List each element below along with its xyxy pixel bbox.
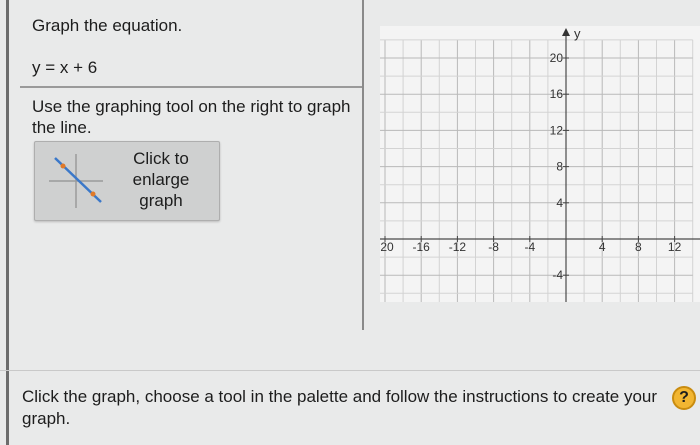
- y-tick-label: 8: [556, 160, 563, 174]
- x-tick-label: -8: [488, 240, 499, 254]
- coordinate-grid[interactable]: y -20 -16 -12 -8 -4 4 8 12 20 16 12 8 4 -4: [375, 26, 700, 312]
- question-title: Graph the equation.: [32, 16, 183, 35]
- graph-thumbnail-icon: [49, 154, 103, 208]
- help-button[interactable]: ?: [672, 386, 696, 410]
- x-tick-label: 4: [599, 240, 606, 254]
- graph-area[interactable]: y -20 -16 -12 -8 -4 4 8 12 20 16 12 8 4 -4: [375, 26, 700, 312]
- question-divider: [20, 86, 362, 88]
- x-tick-label: -20: [380, 240, 394, 254]
- y-axis-label: y: [574, 26, 581, 41]
- y-tick-label: 20: [550, 51, 564, 65]
- x-tick-label: 12: [668, 240, 682, 254]
- panel-divider: [362, 0, 364, 330]
- y-tick-label: 16: [550, 87, 564, 101]
- y-tick-label: -4: [552, 268, 563, 282]
- x-tick-label: -4: [524, 240, 535, 254]
- x-tick-label: -12: [449, 240, 467, 254]
- x-tick-label: -16: [413, 240, 431, 254]
- y-tick-label: 12: [550, 123, 564, 137]
- enlarge-button-label: Click to enlarge graph: [132, 149, 190, 210]
- x-tick-label: 8: [635, 240, 642, 254]
- left-edge-bar: [6, 0, 9, 445]
- graph-background: [380, 26, 700, 302]
- footer-divider: [0, 370, 700, 371]
- instruction-text: Use the graphing tool on the right to gr…: [32, 97, 351, 137]
- y-tick-label: 4: [556, 196, 563, 210]
- equation-text: y = x + 6: [32, 58, 98, 77]
- footer-instruction: Click the graph, choose a tool in the pa…: [22, 387, 658, 428]
- enlarge-graph-button[interactable]: Click to enlarge graph: [34, 141, 220, 221]
